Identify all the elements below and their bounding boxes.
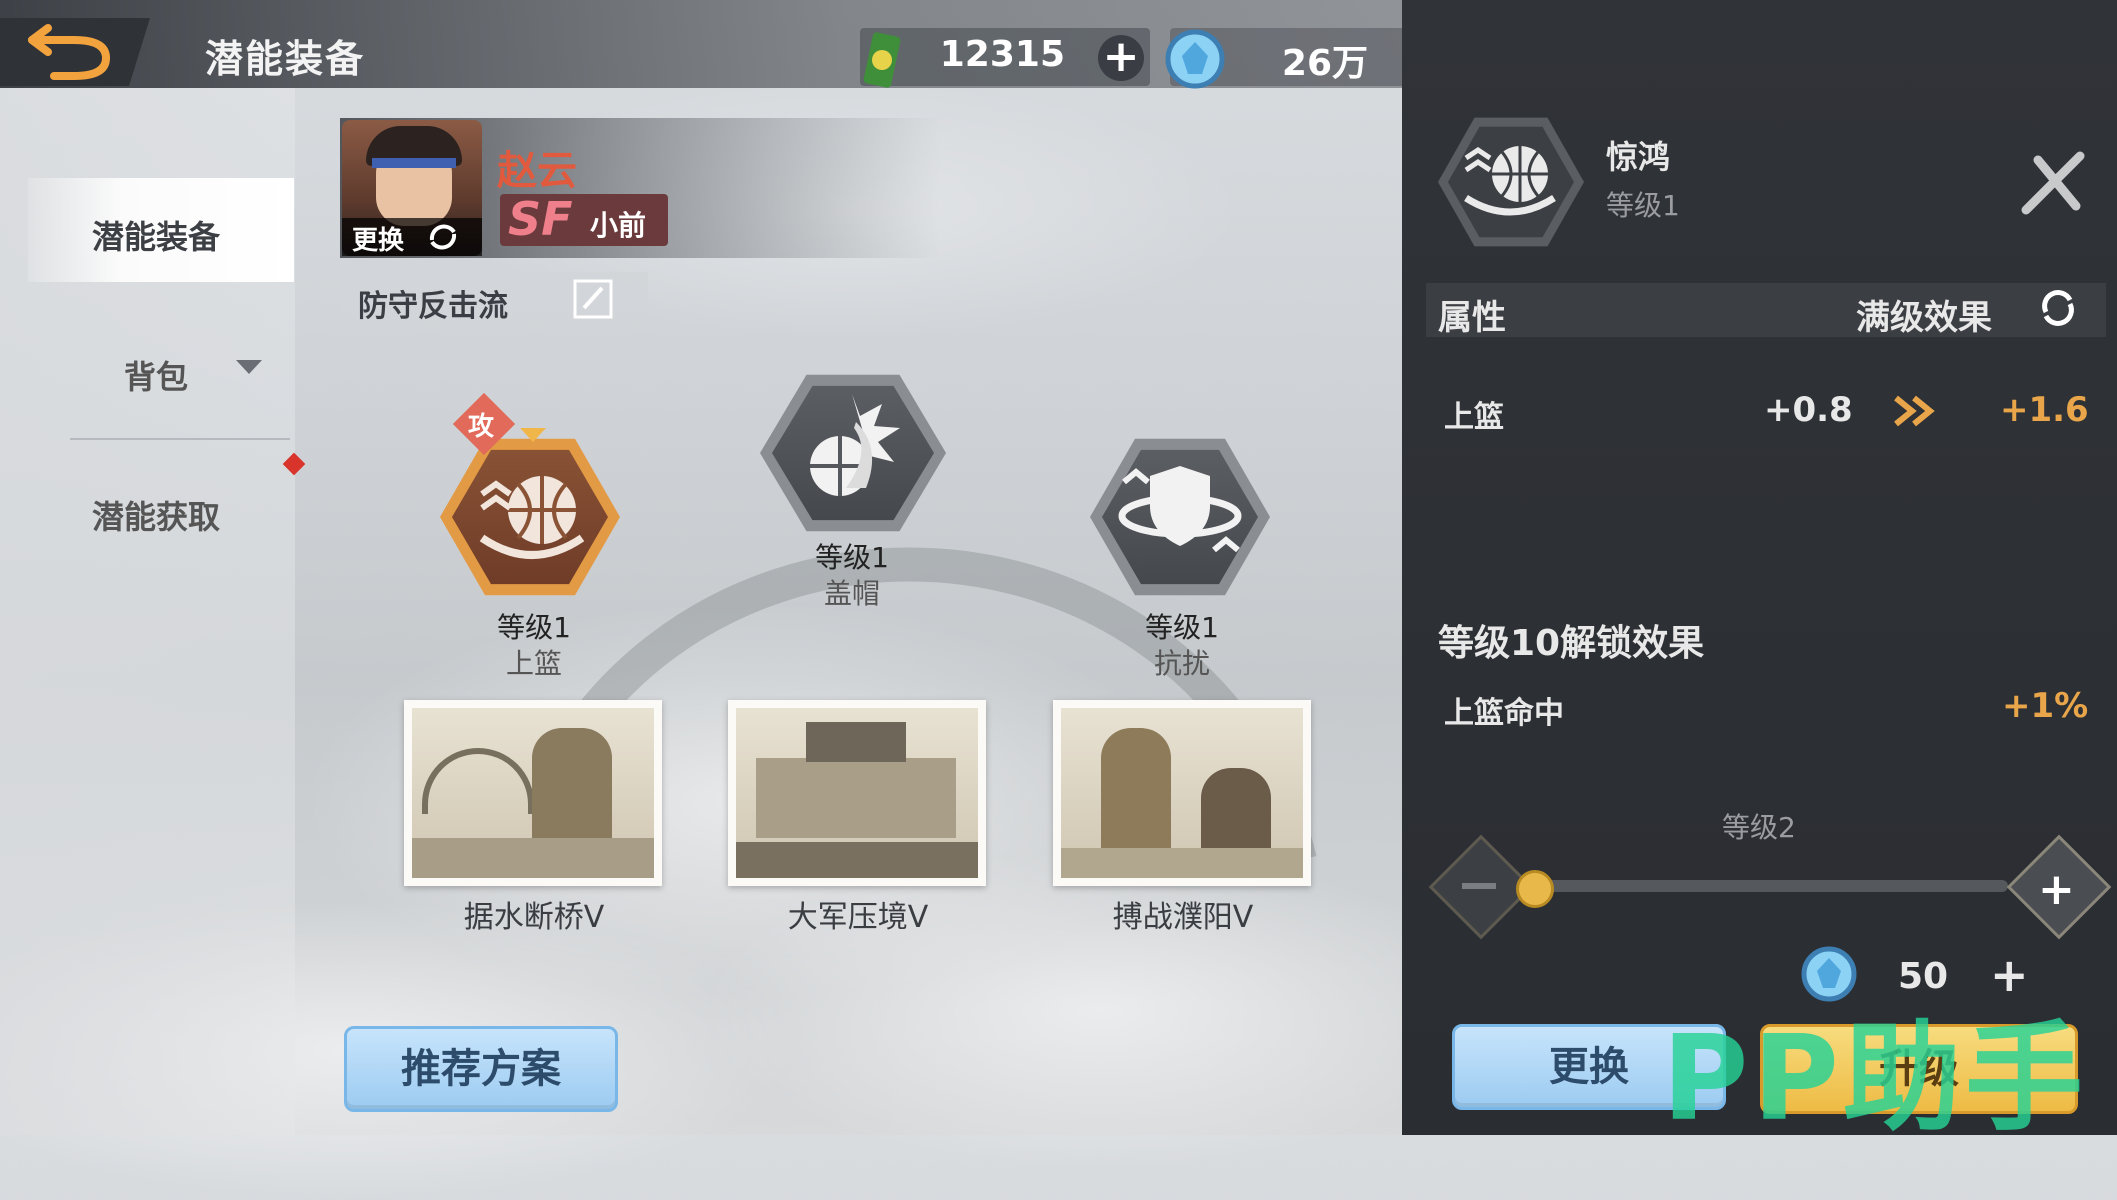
attr-header: 属性 (1438, 298, 1506, 338)
blue-crystal-coin-icon (1165, 29, 1225, 89)
selected-marker-icon (520, 428, 546, 442)
detail-level: 等级1 (1606, 189, 1680, 222)
sidebar-item-acquire[interactable]: 潜能获取 (92, 492, 220, 538)
slider-level-label: 等级2 (1722, 811, 1796, 844)
swap-icon (429, 224, 457, 250)
card-art (1061, 708, 1303, 878)
shield-icon (1118, 466, 1242, 553)
attack-badge-label: 攻 (468, 412, 495, 442)
recommend-button[interactable]: 推荐方案 (344, 1026, 618, 1112)
skill-name: 抗扰 (1153, 647, 1210, 680)
attr-header-bar (1426, 283, 2106, 337)
double-arrow-icon (1894, 395, 1935, 427)
hero-name: 赵云 (497, 148, 577, 194)
back-button[interactable] (0, 18, 150, 86)
attr-current: +0.8 (1764, 390, 1853, 430)
back-arrow-icon (28, 24, 111, 80)
green-ticket-icon (863, 32, 901, 88)
crystal-count: 26万 (1281, 43, 1368, 84)
swap-icon[interactable] (2038, 288, 2080, 328)
card-slot-3[interactable] (1053, 700, 1311, 886)
block-hand-icon (810, 394, 900, 496)
level-slider-track[interactable] (1524, 880, 2008, 892)
card-art (736, 708, 978, 878)
tactic-name: 防守反击流 (358, 289, 508, 324)
position-badge: SF 小前 (500, 192, 668, 246)
card-label: 大军压境Ⅴ (787, 900, 929, 935)
position-code: SF (508, 192, 573, 246)
detail-name: 惊鸿 (1606, 138, 1671, 176)
unlock-title: 等级10解锁效果 (1438, 623, 1705, 664)
card-slot-1[interactable] (404, 700, 662, 886)
chevron-down-icon[interactable] (234, 358, 264, 378)
skill-level: 等级1 (815, 541, 889, 574)
hero-swap-button[interactable]: 更换 (342, 218, 482, 256)
skill-name: 上篮 (505, 647, 562, 680)
sidebar-item-bag[interactable]: 背包 (124, 352, 188, 398)
add-ticket-button[interactable]: + (1098, 35, 1144, 81)
unlock-attr-name: 上篮命中 (1444, 696, 1564, 731)
unequip-icon[interactable] (2018, 146, 2088, 222)
ticket-count: 12315 (939, 34, 1065, 75)
sidebar-item-equip-label: 潜能装备 (92, 218, 221, 256)
tactic-field[interactable]: 防守反击流 (340, 272, 648, 326)
edit-icon[interactable] (572, 278, 616, 320)
watermark: PP助手 (1662, 1009, 2087, 1147)
skill-level: 等级1 (497, 611, 571, 644)
card-label: 据水断桥Ⅴ (463, 900, 605, 935)
hero-swap-label: 更换 (352, 226, 405, 256)
page-title: 潜能装备 (205, 37, 366, 81)
plus-icon: + (2038, 864, 2075, 915)
minus-icon (1462, 883, 1496, 889)
skill-level: 等级1 (1145, 611, 1219, 644)
sidebar-divider (70, 438, 290, 440)
basketball-icon (1464, 146, 1556, 216)
unlock-attr-value: +1% (2002, 686, 2089, 726)
card-slot-2[interactable] (728, 700, 986, 886)
level-slider-thumb[interactable] (1516, 870, 1554, 908)
attr-max: +1.6 (2000, 390, 2089, 430)
basketball-icon (479, 476, 585, 559)
attr-name: 上篮 (1444, 400, 1504, 435)
card-label: 搏战濮阳Ⅴ (1112, 900, 1254, 935)
card-art (412, 708, 654, 878)
skill-name: 盖帽 (823, 577, 880, 610)
max-effect-label[interactable]: 满级效果 (1856, 290, 1992, 339)
position-name: 小前 (590, 209, 647, 242)
